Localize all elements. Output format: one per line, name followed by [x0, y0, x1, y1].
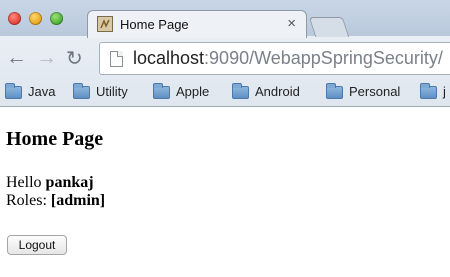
bookmark-label: Utility: [96, 84, 128, 99]
bookmark-label: Java: [28, 84, 56, 99]
folder-icon: [153, 83, 170, 99]
bookmark-label: j: [443, 84, 446, 99]
roles-line: Roles: [admin]: [6, 192, 105, 210]
page-icon: [110, 51, 123, 67]
folder-icon: [5, 83, 22, 99]
page-favicon-icon: [97, 16, 113, 32]
toolbar: ← → ↻ localhost:9090/WebappSpringSecurit…: [0, 38, 450, 80]
forward-arrow-icon[interactable]: →: [36, 46, 57, 70]
bookmark-label: Personal: [349, 84, 401, 99]
roles-prefix: Roles:: [6, 192, 47, 209]
roles-value: [admin]: [50, 192, 106, 209]
bookmark-label: Apple: [176, 84, 210, 99]
bookmark-label: Android: [255, 84, 300, 99]
tab-title: Home Page: [120, 17, 189, 32]
folder-icon: [420, 83, 437, 99]
page-content: Home Page Hello pankaj Roles: [admin] Lo…: [0, 107, 450, 277]
url-host: localhost: [133, 48, 205, 68]
username: pankaj: [45, 174, 94, 191]
back-arrow-icon[interactable]: ←: [6, 46, 27, 70]
logout-button[interactable]: Logout: [7, 235, 67, 255]
title-bar: Home Page ×: [0, 0, 450, 38]
browser-chrome: Home Page × ← → ↻ localhost:9090/WebappS…: [0, 0, 450, 107]
maximize-window-button[interactable]: [50, 12, 63, 25]
address-bar[interactable]: localhost:9090/WebappSpringSecurity/: [99, 42, 450, 75]
url-path: :9090/WebappSpringSecurity/: [204, 48, 443, 68]
greeting-line: Hello pankaj: [6, 174, 94, 192]
address-url[interactable]: localhost:9090/WebappSpringSecurity/: [133, 48, 443, 69]
tab-close-icon[interactable]: ×: [287, 15, 296, 32]
bookmarks-bar: Java Utility Apple Android Personal j: [0, 80, 450, 107]
minimize-window-button[interactable]: [29, 12, 42, 25]
folder-icon: [73, 83, 90, 99]
folder-icon: [326, 83, 343, 99]
page-title: Home Page: [6, 128, 104, 150]
greeting-prefix: Hello: [6, 174, 42, 191]
new-tab-button[interactable]: [308, 17, 350, 37]
tab-home-page[interactable]: Home Page ×: [87, 10, 307, 38]
close-window-button[interactable]: [8, 12, 21, 25]
folder-icon: [232, 83, 249, 99]
reload-icon[interactable]: ↻: [66, 47, 83, 71]
